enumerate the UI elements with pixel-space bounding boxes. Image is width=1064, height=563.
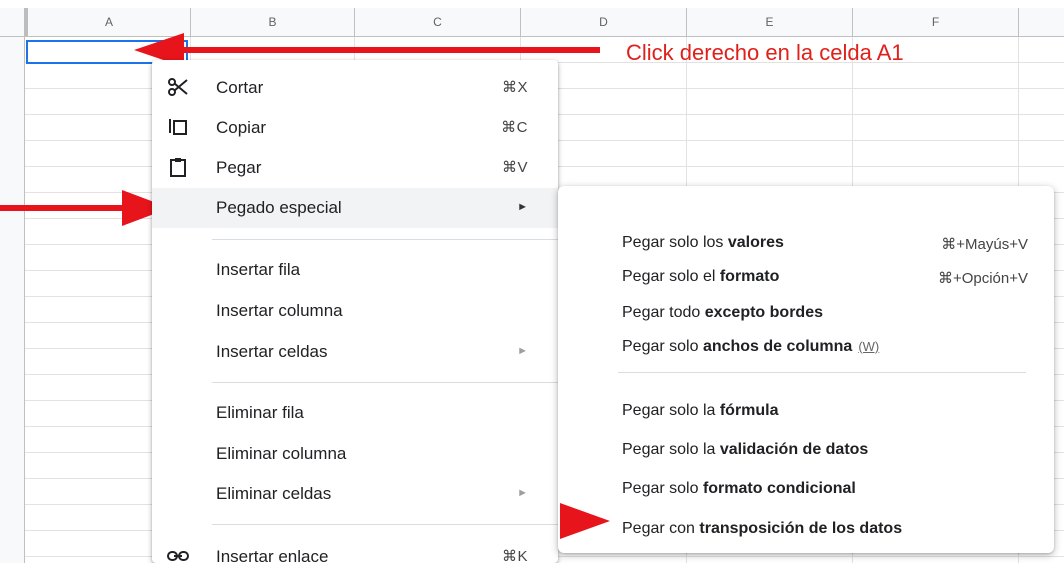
annotation-arrow-overlay <box>560 503 610 539</box>
arrow-to-transpose-head <box>560 503 610 539</box>
